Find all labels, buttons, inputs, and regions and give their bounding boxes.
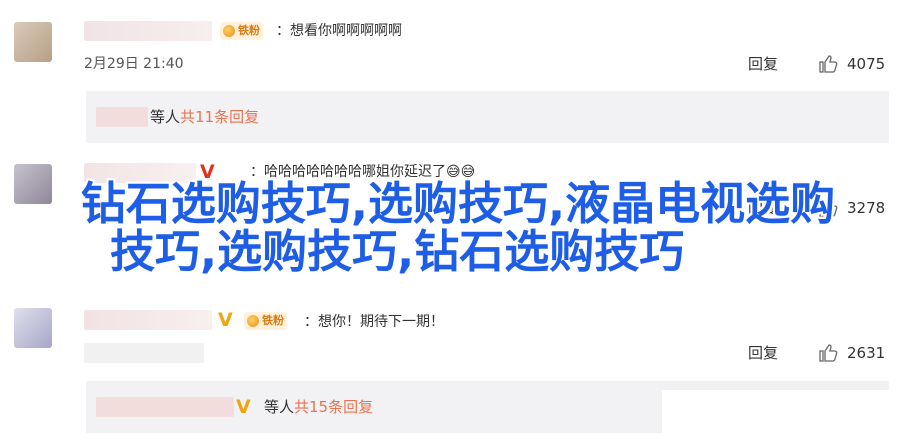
sub-reply-prefix: 等人 [264,398,295,416]
comment-meta-blurred [84,343,204,363]
username-blurred[interactable] [84,310,212,330]
avatar[interactable] [14,22,52,62]
sub-reply-summary[interactable]: 等人共15条回复 [264,397,373,417]
avatar[interactable] [14,308,52,348]
sub-username-blurred[interactable] [96,107,148,127]
comment-text: ：想看你啊啊啊啊啊 [276,23,402,39]
comment-text: ：想你！期待下一期！ [304,314,444,330]
like-count: 4075 [847,55,886,73]
verified-badge: V [218,309,233,331]
sub-username-blurred[interactable] [96,397,234,417]
comment-time: 2月29日 21:40 [84,56,184,72]
view-replies-link[interactable]: 共15条回复 [294,398,373,416]
view-replies-link[interactable]: 共11条回复 [180,108,259,126]
white-patch [662,390,916,441]
sub-reply-prefix: 等人 [150,108,181,126]
overlay-title-line-1: 钻石选购技巧,选购技巧,液晶电视选购 [80,177,836,230]
thumbs-up-icon[interactable] [818,54,838,74]
overlay-title-line-2: 技巧,选购技巧,钻石选购技巧 [110,225,685,278]
reply-button[interactable]: 回复 [748,343,778,363]
like-count: 2631 [847,344,886,362]
sub-replies: 等人共11条回复 [86,91,889,143]
fan-badge: 铁粉 [220,22,263,40]
username-blurred[interactable] [84,21,212,41]
reply-button[interactable]: 回复 [748,54,778,74]
thumbs-up-icon[interactable] [818,343,838,363]
sub-reply-summary[interactable]: 等人共11条回复 [150,107,259,127]
verified-badge: V [236,396,251,418]
fan-badge: 铁粉 [244,312,287,330]
